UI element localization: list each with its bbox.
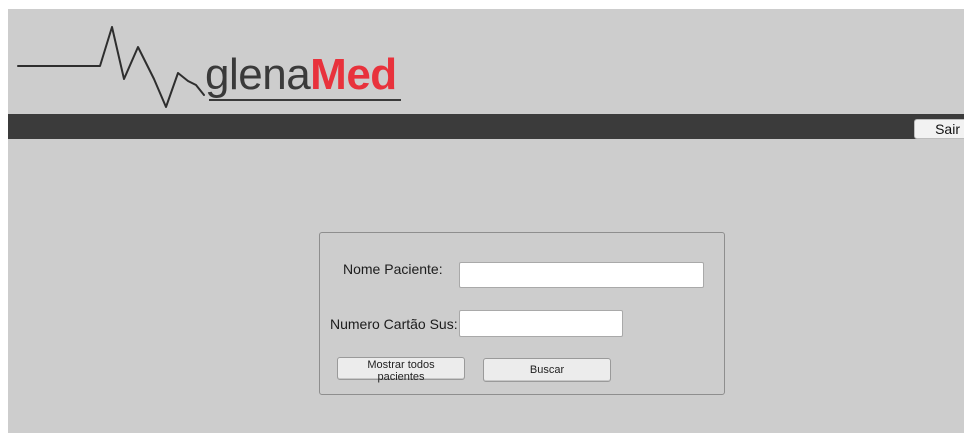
show-all-patients-button[interactable]: Mostrar todos pacientes [337,357,465,383]
page-background: glenaMed Sair Nome Paciente: Numero Cart… [8,9,964,433]
patient-search-panel: Nome Paciente: Numero Cartão Sus: Mostra… [319,232,725,395]
search-button[interactable]: Buscar [483,358,611,382]
brand-underline [209,99,401,101]
brand-wordmark: glenaMed [205,53,397,97]
patient-name-input[interactable] [459,262,704,288]
sus-card-label: Numero Cartão Sus: [330,316,458,332]
glenamed-logo: glenaMed [16,17,416,117]
patient-name-label: Nome Paciente: [343,261,443,277]
brand-name-part-b: Med [310,50,397,99]
logout-button[interactable]: Sair [914,119,964,139]
heartbeat-icon [17,26,205,108]
sus-card-input[interactable] [459,310,623,337]
brand-name-part-a: glena [205,50,311,99]
top-nav-bar [8,114,964,139]
